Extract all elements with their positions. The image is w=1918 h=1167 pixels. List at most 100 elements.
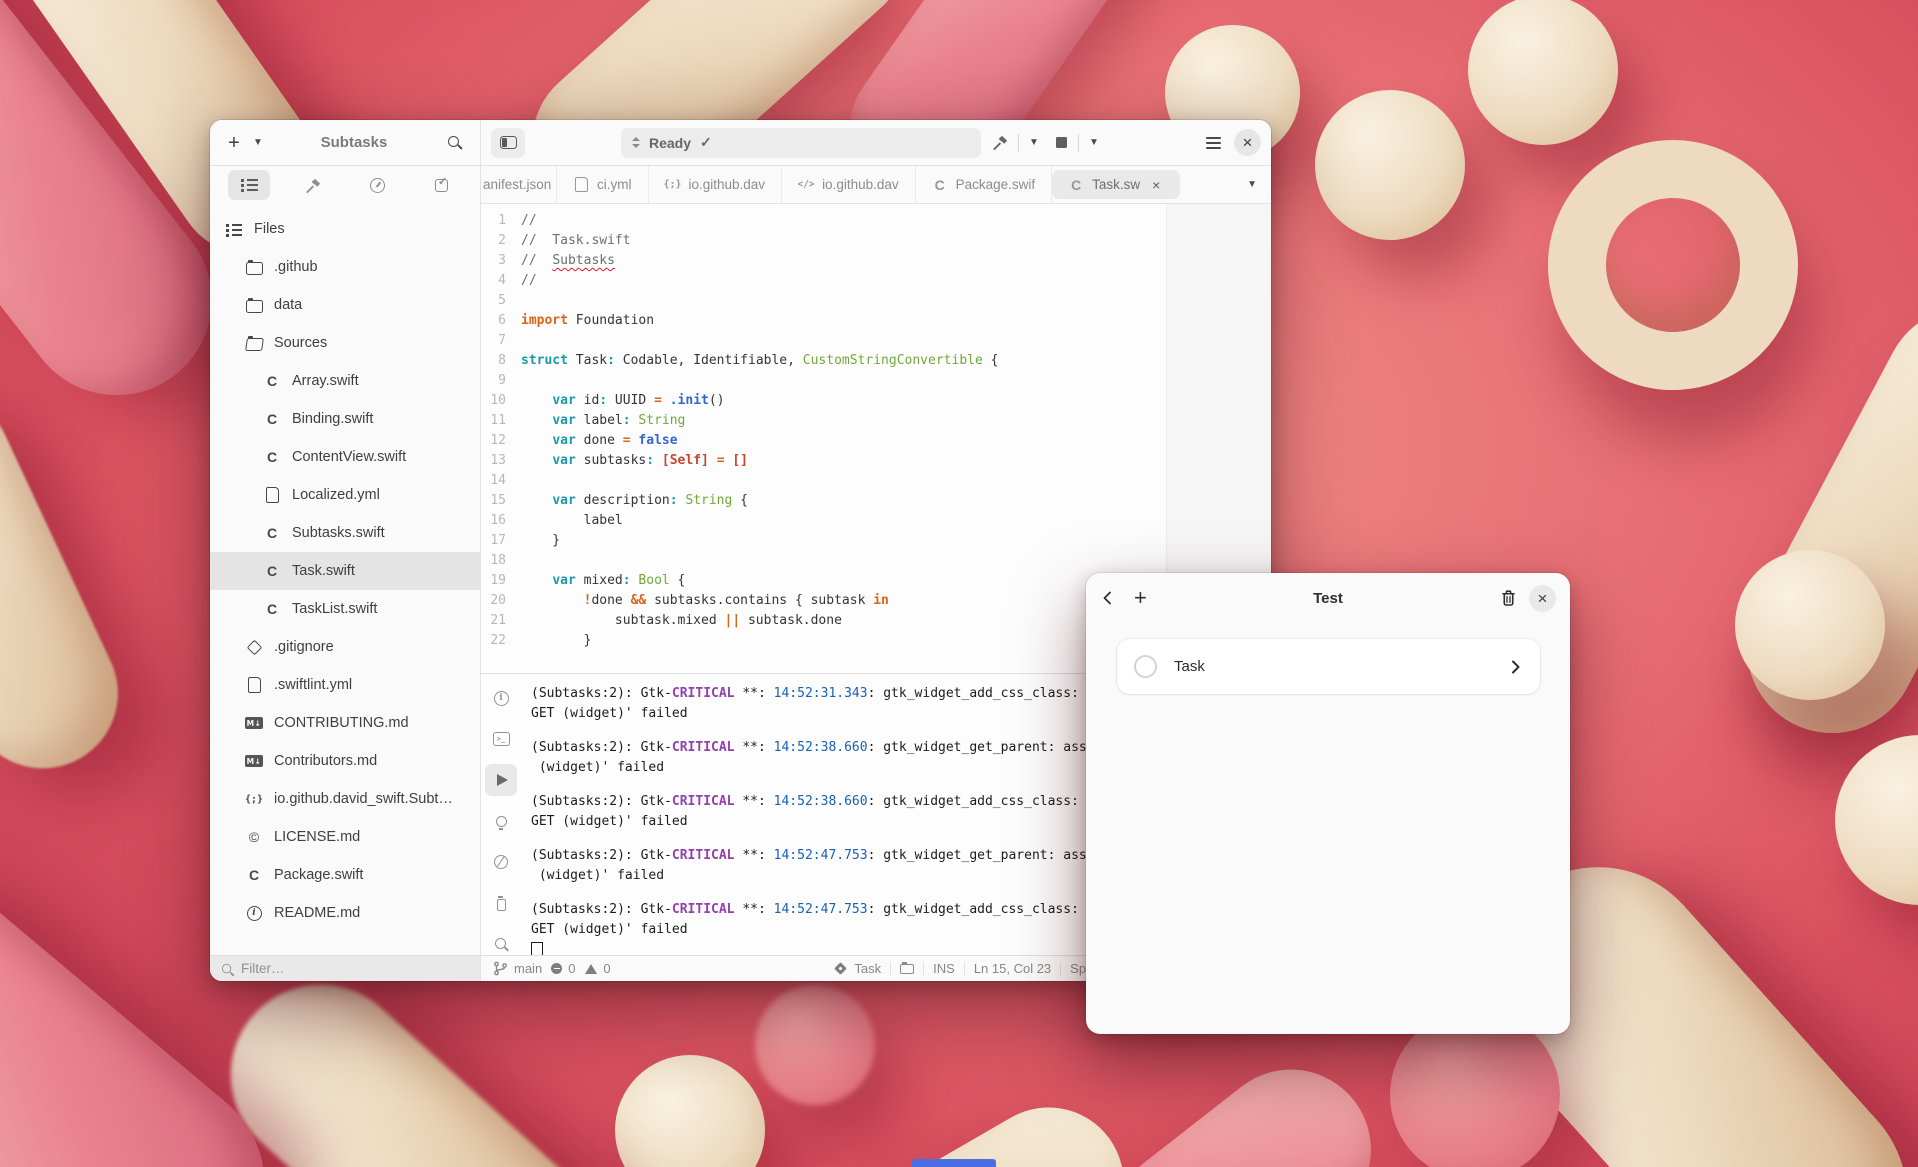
critical-label: CRITICAL: [672, 686, 735, 701]
file-tree-row[interactable]: .github: [210, 248, 480, 286]
test-window-title: Test: [1086, 590, 1570, 607]
build-button[interactable]: [988, 128, 1012, 158]
code-line: 3 // Subtasks: [481, 251, 1271, 271]
file-tree-row[interactable]: data: [210, 286, 480, 324]
file-icon: [244, 639, 264, 656]
editor-tab[interactable]: Task.sw: [1052, 170, 1180, 199]
file-tree-row[interactable]: ContentView.swift: [210, 438, 480, 476]
file-tree-row[interactable]: CONTRIBUTING.md: [210, 704, 480, 742]
wallpaper-shape: [0, 367, 142, 793]
file-name: io.github.david_swift.Subt…: [274, 791, 453, 807]
close-window-button[interactable]: [1234, 129, 1261, 156]
clock-icon: [370, 178, 385, 193]
file-tree-row[interactable]: Binding.swift: [210, 400, 480, 438]
toggle-sidebar-button[interactable]: [491, 128, 525, 158]
cursor-position-indicator[interactable]: Ln 15, Col 23: [974, 961, 1051, 976]
line-number: 17: [481, 531, 521, 551]
line-number: 12: [481, 431, 521, 451]
file-tree: Files .github data Sources Array.swift: [210, 204, 480, 955]
file-name: Files: [254, 221, 285, 237]
test-app-window: + Test Task: [1086, 573, 1570, 1034]
branch-indicator[interactable]: main: [493, 961, 542, 976]
file-tree-row[interactable]: Task.swift: [210, 552, 480, 590]
run-menu-button[interactable]: ▼: [1085, 128, 1103, 158]
add-task-button[interactable]: +: [1134, 587, 1147, 609]
main-menu-button[interactable]: [1199, 128, 1227, 158]
file-name: Contributors.md: [274, 753, 377, 769]
file-name: LICENSE.md: [274, 829, 360, 845]
symbol-indicator[interactable]: Task: [836, 961, 881, 976]
sidebar-panel-switcher: [210, 166, 480, 204]
file-tree-row[interactable]: Localized.yml: [210, 476, 480, 514]
line-number: 18: [481, 551, 521, 571]
back-button[interactable]: [1100, 590, 1116, 606]
delete-button[interactable]: [1500, 589, 1517, 607]
terminal-icon: [493, 732, 510, 746]
editor-tab[interactable]: anifest.json: [481, 166, 557, 203]
file-icon: [262, 601, 282, 618]
debugger-panel-button[interactable]: [485, 805, 517, 837]
filter-input[interactable]: [241, 961, 441, 976]
editor-tab[interactable]: io.github.dav: [782, 166, 916, 203]
run-output-panel-button[interactable]: [485, 764, 517, 796]
tab-file-icon: [573, 176, 589, 193]
file-tree-row[interactable]: LICENSE.md: [210, 818, 480, 856]
tab-file-icon: [932, 176, 948, 193]
close-test-window-button[interactable]: [1529, 585, 1556, 612]
diagnostics-indicator[interactable]: 0 0: [551, 961, 610, 976]
tab-file-icon: [798, 176, 814, 193]
file-tree-row[interactable]: .gitignore: [210, 628, 480, 666]
code-line: 17 }: [481, 531, 1271, 551]
web-panel-button[interactable]: [485, 846, 517, 878]
file-tree-row[interactable]: TaskList.swift: [210, 590, 480, 628]
code-line: 6 import Foundation: [481, 311, 1271, 331]
file-tree-row[interactable]: .swiftlint.yml: [210, 666, 480, 704]
file-tree-row[interactable]: Package.swift: [210, 856, 480, 894]
task-row[interactable]: Task: [1117, 639, 1540, 694]
search-button[interactable]: [442, 128, 468, 158]
build-controls: ▼: [988, 128, 1043, 158]
new-document-menu-button[interactable]: ▼: [250, 128, 266, 158]
file-tree-row[interactable]: Sources: [210, 324, 480, 362]
stop-button[interactable]: [1050, 128, 1072, 158]
file-tree-row[interactable]: Files: [210, 210, 480, 248]
log-panel-button[interactable]: [485, 682, 517, 714]
pipeline-panel-button[interactable]: [356, 170, 398, 200]
files-panel-button[interactable]: [228, 170, 270, 200]
git-branch-icon: [493, 961, 508, 976]
project-title: Subtasks: [270, 134, 438, 151]
folder-icon: [900, 964, 914, 974]
tab-list-dropdown[interactable]: ▼: [1247, 180, 1257, 190]
terminal-panel-button[interactable]: [485, 723, 517, 755]
code-line: 7: [481, 331, 1271, 351]
line-number: 21: [481, 611, 521, 631]
file-tree-row[interactable]: README.md: [210, 894, 480, 932]
todo-panel-button[interactable]: [420, 170, 462, 200]
insert-mode-indicator[interactable]: INS: [933, 961, 955, 976]
file-tree-row[interactable]: Array.swift: [210, 362, 480, 400]
search-icon: [221, 963, 233, 975]
editor-tab[interactable]: Package.swif: [916, 166, 1053, 203]
file-icon: [244, 335, 264, 352]
new-document-button[interactable]: +: [222, 128, 246, 158]
task-radio-button[interactable]: [1134, 655, 1157, 678]
omnibar-status-button[interactable]: Ready ✓: [621, 128, 981, 158]
file-icon: [262, 411, 282, 428]
line-number: 4: [481, 271, 521, 291]
line-number: 8: [481, 351, 521, 371]
unit-test-panel-button[interactable]: [485, 887, 517, 919]
symbol-name: Task: [854, 961, 881, 976]
file-name: Localized.yml: [292, 487, 380, 503]
file-tree-row[interactable]: io.github.david_swift.Subt…: [210, 780, 480, 818]
chevron-left-icon: [1100, 590, 1116, 606]
file-tree-row[interactable]: Contributors.md: [210, 742, 480, 780]
editor-tab[interactable]: io.github.dav: [649, 166, 783, 203]
tab-close-icon[interactable]: [1148, 177, 1164, 193]
file-tree-row[interactable]: Subtasks.swift: [210, 514, 480, 552]
build-panel-button[interactable]: [292, 170, 334, 200]
build-menu-button[interactable]: ▼: [1025, 128, 1043, 158]
error-count: 0: [568, 961, 575, 976]
project-folder-indicator[interactable]: [900, 964, 914, 974]
editor-tab[interactable]: ci.yml: [557, 166, 649, 203]
line-number: 7: [481, 331, 521, 351]
